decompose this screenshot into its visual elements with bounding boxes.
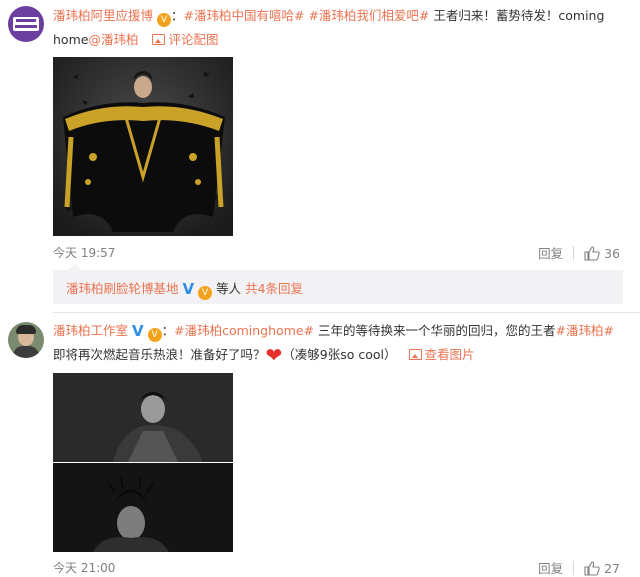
view-picture-link[interactable]: 查看图片	[408, 347, 475, 362]
verified-v-icon: V	[182, 280, 195, 298]
vip-badge-icon: V	[147, 328, 162, 342]
hashtag-link[interactable]: #潘玮柏cominghome#	[174, 323, 314, 338]
colon: ：	[161, 323, 175, 338]
view-replies-link[interactable]: 共4条回复	[245, 281, 303, 296]
like-count: 27	[604, 561, 620, 576]
thumbs-up-icon	[584, 561, 600, 576]
and-others-text: 等人	[216, 281, 242, 296]
reply-user-link[interactable]: 潘玮柏刷脸轮博基地	[66, 281, 179, 296]
comment-text: （凑够9张so cool）	[282, 347, 397, 362]
like-count: 36	[604, 246, 620, 261]
picture-icon	[152, 34, 166, 45]
reply-button[interactable]: 回复	[538, 246, 563, 261]
reply-summary-box: 潘玮柏刷脸轮博基地 V V 等人 共4条回复	[53, 264, 623, 304]
mention-link[interactable]: @潘玮柏	[88, 32, 138, 47]
verified-v-icon: V	[132, 322, 144, 340]
comment-text-line-1: 潘玮柏阿里应援博 V ：#潘玮柏中国有嘻哈# #潘玮柏我们相爱吧# 王者归来！蓄势…	[53, 7, 604, 27]
divider	[53, 312, 640, 313]
comment-text-line-2: home@潘玮柏 评论配图	[53, 31, 218, 49]
comment-photo[interactable]	[53, 373, 233, 552]
comment-text: home	[53, 32, 89, 47]
hashtag-link[interactable]: #潘玮柏#	[556, 323, 614, 338]
avatar[interactable]	[8, 6, 44, 42]
comment-picture-link[interactable]: 评论配图	[152, 32, 218, 47]
comment-text: 即将再次燃起音乐热浪！准备好了吗？	[53, 347, 266, 362]
comment-time: 今天 21:00	[53, 561, 116, 575]
username-link[interactable]: 潘玮柏工作室	[53, 323, 128, 338]
picture-icon	[408, 349, 422, 360]
hashtag-link[interactable]: #潘玮柏中国有嘻哈#	[184, 8, 305, 23]
comment-actions: 回复 27	[538, 558, 620, 577]
comment-text: 王者归来！蓄势待发！coming	[433, 8, 605, 23]
like-button[interactable]: 36	[584, 246, 620, 261]
vip-badge-icon: V	[157, 13, 171, 27]
heart-icon: ❤	[265, 343, 283, 367]
like-button[interactable]: 27	[584, 561, 620, 576]
reply-button[interactable]: 回复	[538, 561, 563, 576]
comment-actions: 回复 36	[538, 243, 620, 262]
hashtag-link[interactable]: #潘玮柏我们相爱吧#	[308, 8, 429, 23]
username-link[interactable]: 潘玮柏阿里应援博	[53, 8, 153, 23]
avatar[interactable]	[8, 322, 44, 358]
colon: ：	[171, 8, 184, 23]
comment-time: 今天 19:57	[53, 246, 116, 260]
comment-text-line-2: 即将再次燃起音乐热浪！准备好了吗？❤（凑够9张so cool） 查看图片	[53, 343, 475, 367]
vip-badge-icon: V	[198, 286, 213, 300]
thumbs-up-icon	[584, 246, 600, 261]
comment-text: 三年的等待换来一个华丽的回归，您的王者	[318, 323, 556, 338]
comment-text-line-1: 潘玮柏工作室 V V ：#潘玮柏cominghome# 三年的等待换来一个华丽的回…	[53, 322, 614, 342]
comment-photo[interactable]	[53, 57, 233, 236]
